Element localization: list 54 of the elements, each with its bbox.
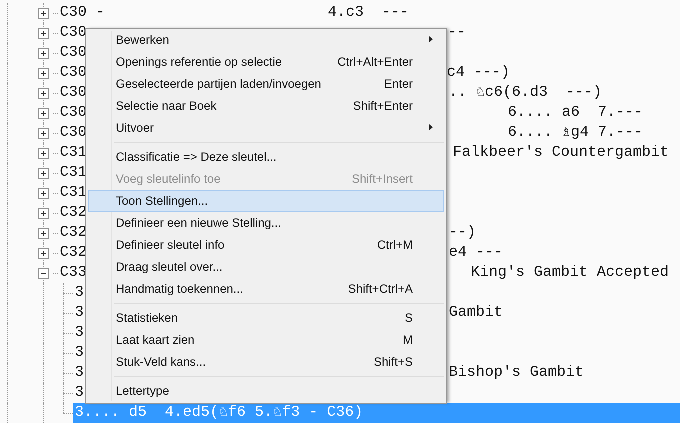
tree-item-text: 6.... ♗g4 7.--- — [508, 123, 644, 143]
tree-item[interactable]: C31 — [58, 163, 88, 183]
menu-item[interactable]: Definieer een nieuwe Stelling... — [88, 212, 444, 234]
expand-icon[interactable] — [38, 168, 48, 178]
menu-item[interactable]: Laat kaart zien M — [88, 329, 444, 351]
expand-icon[interactable] — [38, 248, 48, 258]
expand-icon[interactable] — [38, 28, 48, 38]
expand-icon[interactable] — [38, 68, 48, 78]
tree-item-text: .. ♘c6(6.d3 ---) — [449, 83, 602, 103]
collapse-icon[interactable] — [38, 268, 48, 278]
menu-item[interactable]: Geselecteerde partijen laden/invoegen Enter — [88, 73, 444, 95]
tree-item[interactable]: 3 — [73, 383, 84, 403]
tree-item[interactable]: C30 - — [58, 3, 106, 23]
tree-item-text: Falkbeer's Countergambit — [453, 143, 670, 163]
tree-item[interactable]: 3 — [73, 283, 84, 303]
expand-icon[interactable] — [38, 148, 48, 158]
tree-item[interactable]: C32 — [58, 243, 88, 263]
expand-icon[interactable] — [38, 188, 48, 198]
tree-item[interactable]: C32 — [58, 223, 88, 243]
tree-item-text: e4 --- — [449, 243, 504, 263]
menu-item[interactable]: Stuk-Veld kans... Shift+S — [88, 351, 444, 373]
tree-item[interactable]: 3 — [73, 343, 84, 363]
expand-icon[interactable] — [38, 208, 48, 218]
tree-item-text: Gambit — [449, 303, 504, 323]
menu-item[interactable]: Openings referentie op selectie Ctrl+Alt+Enter — [88, 51, 444, 73]
tree-item-text: -- — [448, 23, 466, 43]
menu-item[interactable]: Lettertype — [88, 380, 444, 402]
tree-item-text: 4.c3 --- — [328, 3, 410, 23]
menu-item[interactable]: Uitvoer — [88, 117, 444, 139]
menu-item[interactable]: Toon Stellingen... — [88, 190, 444, 212]
tree-item-text: c4 ---) — [447, 63, 510, 83]
tree-item-text: --) — [449, 223, 476, 243]
menu-item[interactable]: Handmatig toekennen... Shift+Ctrl+A — [88, 278, 444, 300]
expand-icon[interactable] — [38, 228, 48, 238]
tree-item-text: 6.... a6 7.--- — [508, 103, 644, 123]
menu-item[interactable]: Selectie naar Boek Shift+Enter — [88, 95, 444, 117]
tree-item[interactable]: C31 — [58, 143, 88, 163]
menu-item[interactable]: Bewerken — [88, 29, 444, 51]
expand-icon[interactable] — [38, 128, 48, 138]
tree-item[interactable]: C32 — [58, 203, 88, 223]
menu-item[interactable]: Statistieken S — [88, 307, 444, 329]
expand-icon[interactable] — [38, 108, 48, 118]
expand-icon[interactable] — [38, 88, 48, 98]
expand-icon[interactable] — [38, 48, 48, 58]
tree-item[interactable]: 3 — [73, 323, 84, 343]
menu-item[interactable]: Classificatie => Deze sleutel... — [88, 146, 444, 168]
tree-item[interactable]: 3 — [73, 303, 84, 323]
tree-item[interactable]: C31 — [58, 183, 88, 203]
tree-item-text: Bishop's Gambit — [449, 363, 584, 383]
tree-item-text: King's Gambit Accepted — [471, 263, 670, 283]
expand-icon[interactable] — [38, 8, 48, 18]
tree-item[interactable]: 3 — [73, 363, 84, 383]
menu-item[interactable]: Draag sleutel over... — [88, 256, 444, 278]
menu-item[interactable]: Definieer sleutel info Ctrl+M — [88, 234, 444, 256]
